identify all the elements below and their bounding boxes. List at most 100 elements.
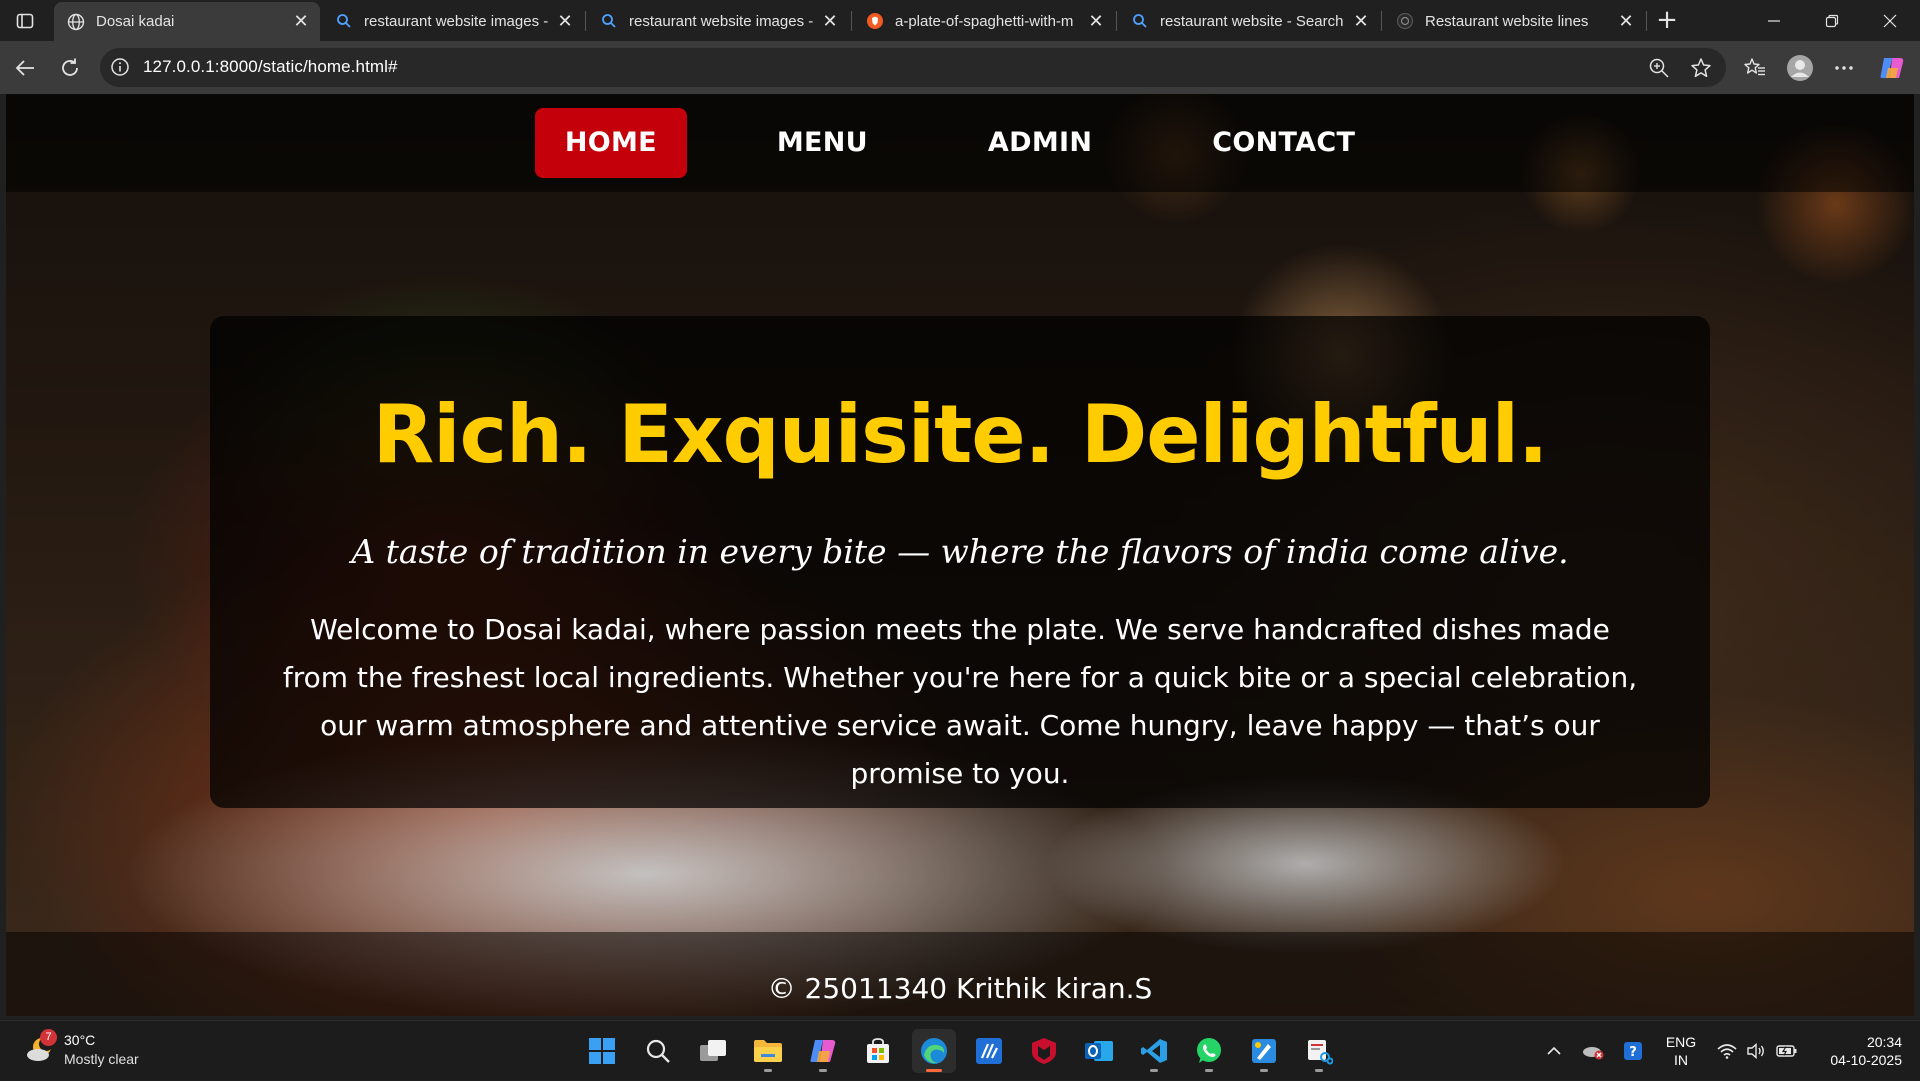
clock-date: 04-10-2025	[1830, 1052, 1902, 1068]
taskbar-search-button[interactable]	[636, 1029, 680, 1073]
onedrive-error-icon	[1583, 1047, 1604, 1060]
copilot-taskbar-button[interactable]	[801, 1029, 845, 1073]
address-bar[interactable]: 127.0.0.1:8000/static/home.html#	[100, 48, 1726, 87]
search-icon	[646, 1039, 670, 1063]
tab-divider	[1381, 11, 1382, 31]
avatar	[1787, 55, 1813, 81]
favorites-button[interactable]	[1741, 54, 1769, 82]
running-indicator	[1315, 1069, 1323, 1072]
start-button[interactable]	[580, 1029, 624, 1073]
paint-button[interactable]	[1242, 1029, 1286, 1073]
show-hidden-icons-button[interactable]	[1540, 1021, 1568, 1081]
language-code: ENG	[1665, 1034, 1697, 1050]
tab-title: a-plate-of-spaghetti-with-m	[895, 12, 1074, 30]
microsoft-store-icon	[867, 1038, 889, 1063]
site-footer: © 25011340 Krithik kiran.S	[6, 932, 1914, 1016]
windows-start-icon	[589, 1038, 615, 1064]
snipping-tool-button[interactable]	[1297, 1029, 1341, 1073]
tab-divider	[1116, 11, 1117, 31]
tab-chatgpt[interactable]: Restaurant website lines ✕	[1383, 4, 1645, 38]
new-tab-button[interactable]: +	[1652, 6, 1682, 36]
close-icon[interactable]: ✕	[290, 11, 312, 33]
taskbar: 7 30°C Mostly clear ? ENG IN 20:34 04-10…	[0, 1020, 1920, 1080]
wifi-tray-button[interactable]	[1712, 1021, 1742, 1081]
file-explorer-button[interactable]	[746, 1029, 790, 1073]
tab-dosai-kadai[interactable]: Dosai kadai ✕	[54, 2, 320, 41]
back-button[interactable]	[10, 53, 40, 83]
nav-link-home[interactable]: HOME	[534, 108, 687, 178]
help-tray-button[interactable]: ?	[1618, 1021, 1648, 1081]
outlook-icon	[1085, 1041, 1113, 1061]
copilot-icon	[1880, 58, 1904, 78]
tab-brave-image[interactable]: a-plate-of-spaghetti-with-m ✕	[853, 4, 1115, 38]
hero-intro-text: Welcome to Dosai kadai, where passion me…	[282, 613, 1638, 790]
input-language-indicator[interactable]: ENG IN	[1664, 1033, 1698, 1069]
nav-link-contact[interactable]: CONTACT	[1182, 108, 1385, 178]
nav-link-admin[interactable]: ADMIN	[958, 108, 1122, 178]
tab-search-2[interactable]: restaurant website images - ✕	[587, 4, 849, 38]
snipping-tool-icon	[1308, 1040, 1333, 1065]
footer-copyright: © 25011340 Krithik kiran.S	[767, 972, 1153, 1005]
search-icon	[1130, 11, 1150, 31]
minimize-button[interactable]	[1745, 0, 1803, 41]
copilot-button[interactable]	[1878, 54, 1906, 82]
refresh-button[interactable]	[55, 53, 85, 83]
region-code: IN	[1674, 1052, 1688, 1068]
task-view-button[interactable]	[691, 1029, 735, 1073]
weather-temperature: 30°C	[64, 1032, 96, 1048]
nav-link-menu[interactable]: MENU	[747, 108, 898, 178]
globe-icon	[66, 12, 86, 32]
tab-title: Restaurant website lines	[1425, 12, 1589, 30]
edge-taskbar-button[interactable]	[912, 1029, 956, 1073]
weather-widget[interactable]: 7 30°C Mostly clear	[20, 1029, 170, 1073]
speaker-icon	[1747, 1043, 1764, 1059]
battery-tray-button[interactable]	[1772, 1021, 1802, 1081]
browser-toolbar: 127.0.0.1:8000/static/home.html#	[0, 41, 1920, 94]
minimize-icon	[1768, 19, 1780, 22]
url-text[interactable]: 127.0.0.1:8000/static/home.html#	[143, 57, 398, 77]
browser-tab-strip: Dosai kadai ✕ restaurant website images …	[0, 0, 1920, 41]
tab-title: restaurant website images -	[629, 12, 813, 30]
tab-divider	[585, 11, 586, 31]
page-viewport: HOME MENU ADMIN CONTACT Rich. Exquisite.…	[6, 94, 1914, 1016]
mcafee-button[interactable]	[1022, 1029, 1066, 1073]
close-icon[interactable]: ✕	[1615, 10, 1637, 32]
onedrive-tray-button[interactable]	[1578, 1021, 1608, 1081]
close-icon[interactable]: ✕	[819, 10, 841, 32]
zoom-icon[interactable]	[1648, 57, 1670, 79]
running-indicator	[764, 1069, 772, 1072]
vscode-button[interactable]	[1132, 1029, 1176, 1073]
weather-alert-badge: 7	[40, 1029, 57, 1046]
restore-icon	[1825, 14, 1839, 27]
outlook-button[interactable]	[1077, 1029, 1121, 1073]
restore-button[interactable]	[1803, 0, 1861, 41]
tab-search-3[interactable]: restaurant website - Search ✕	[1118, 4, 1380, 38]
taskbar-clock[interactable]: 20:34 04-10-2025	[1812, 1033, 1902, 1069]
search-icon	[334, 11, 354, 31]
refresh-icon	[62, 58, 78, 76]
microsoft-store-button[interactable]	[856, 1029, 900, 1073]
tab-actions-button[interactable]	[10, 8, 40, 34]
volume-tray-button[interactable]	[1742, 1021, 1770, 1081]
whatsapp-button[interactable]	[1187, 1029, 1231, 1073]
close-icon[interactable]: ✕	[1085, 10, 1107, 32]
favorite-star-icon[interactable]	[1690, 57, 1712, 79]
close-icon[interactable]: ✕	[1350, 10, 1372, 32]
close-icon	[1883, 14, 1897, 27]
tab-actions-icon	[16, 13, 34, 29]
arrow-left-icon	[15, 60, 34, 76]
tab-search-1[interactable]: restaurant website images - ✕	[322, 4, 584, 38]
more-button[interactable]	[1830, 54, 1858, 82]
tab-title: restaurant website images -	[364, 12, 548, 30]
close-icon[interactable]: ✕	[554, 10, 576, 32]
site-info-icon[interactable]	[110, 57, 130, 77]
profile-button[interactable]	[1786, 54, 1814, 82]
running-indicator	[1150, 1069, 1158, 1072]
svg-text:?: ?	[1629, 1045, 1637, 1060]
wifi-icon	[1717, 1044, 1737, 1059]
running-indicator	[1260, 1069, 1268, 1072]
close-window-button[interactable]	[1861, 0, 1919, 41]
vscode-icon	[1141, 1039, 1167, 1063]
code-app-button[interactable]	[967, 1029, 1011, 1073]
mcafee-icon	[1032, 1038, 1056, 1064]
